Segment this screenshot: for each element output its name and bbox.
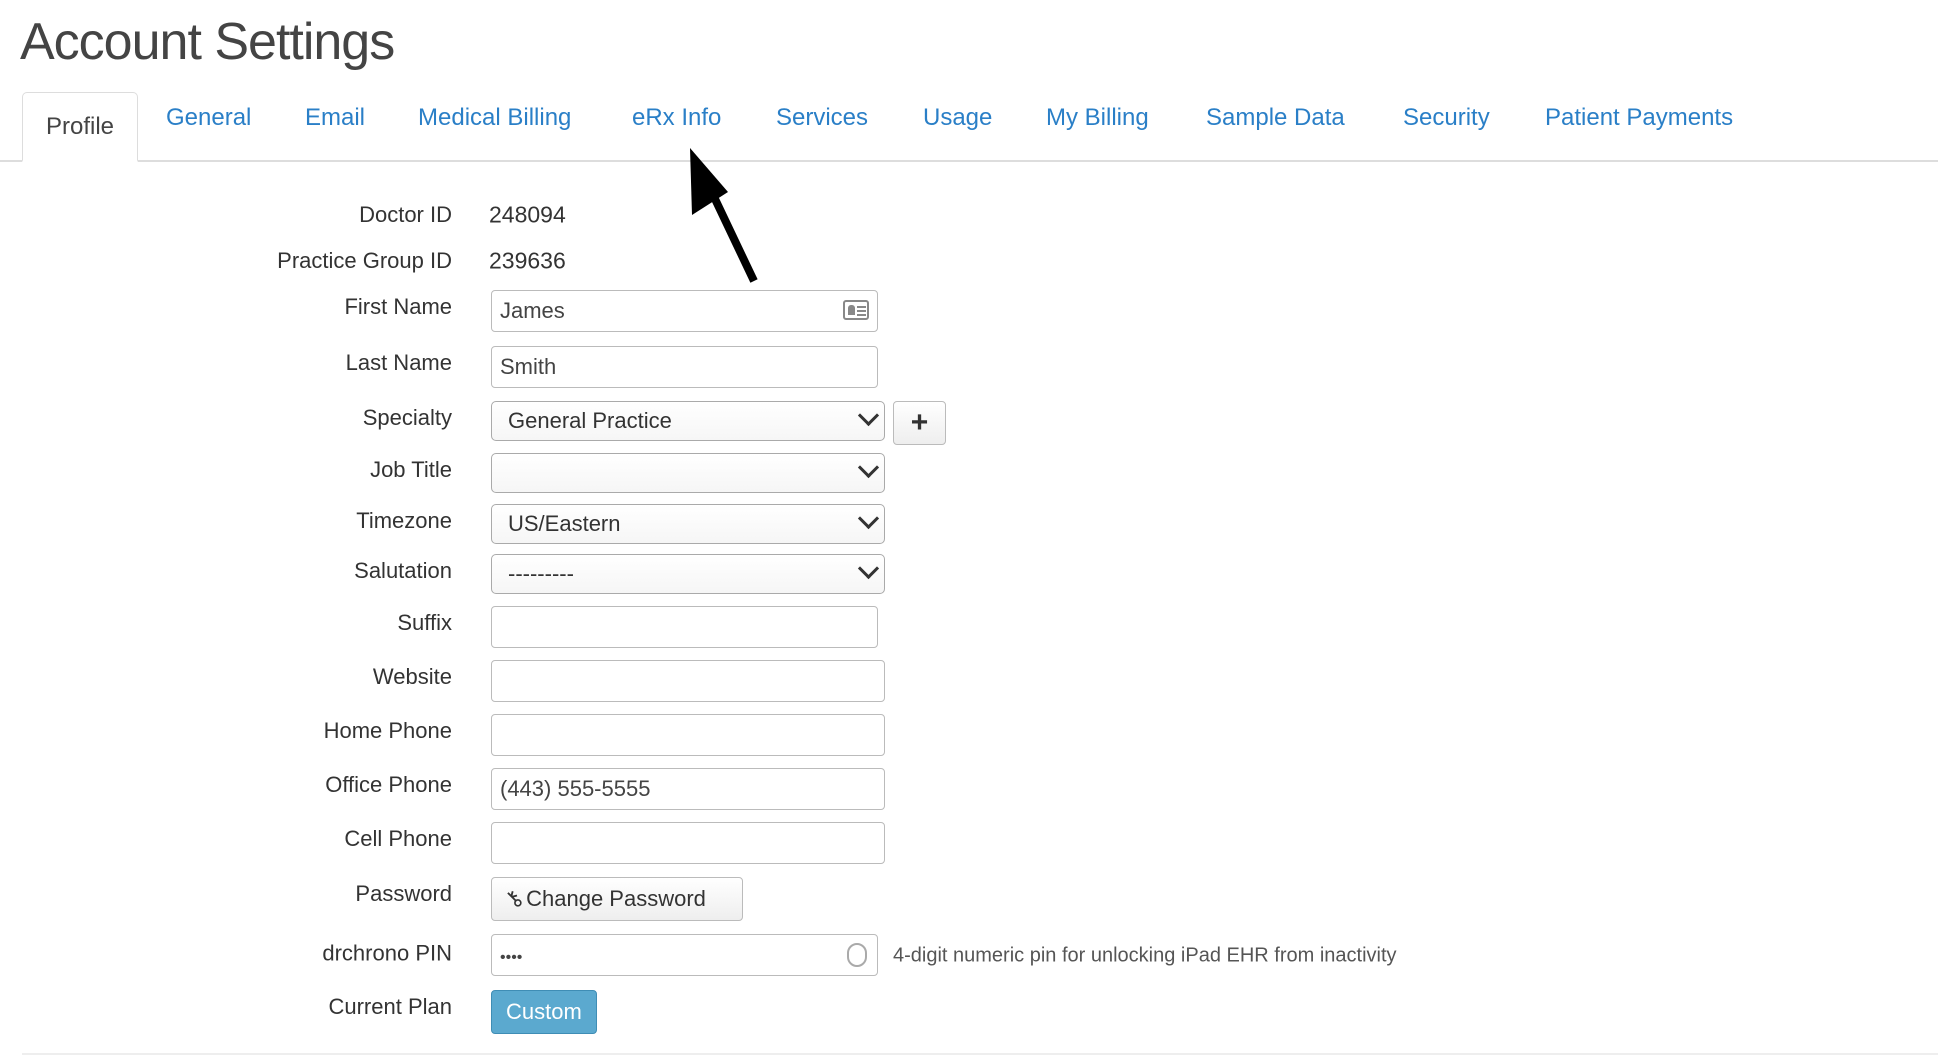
office-phone-input[interactable]: (443) 555-5555 <box>491 768 885 810</box>
home-phone-input[interactable] <box>491 714 885 756</box>
office-phone-row: Office Phone (443) 555-5555 <box>0 768 1938 812</box>
cell-phone-label: Cell Phone <box>344 825 452 851</box>
tab-security[interactable]: Security <box>1403 104 1490 132</box>
tab-usage[interactable]: Usage <box>923 104 992 132</box>
website-row: Website <box>0 660 1938 704</box>
change-password-label: Change Password <box>526 886 706 911</box>
pin-input[interactable]: •••• <box>491 934 878 976</box>
tab-patient-payments[interactable]: Patient Payments <box>1545 104 1733 132</box>
suffix-label: Suffix <box>397 609 452 635</box>
plan-row: Current Plan Custom <box>0 990 1938 1034</box>
change-password-button[interactable]: ⚷Change Password <box>491 877 743 921</box>
specialty-select[interactable]: General Practice <box>491 401 885 441</box>
contact-card-icon <box>843 300 869 320</box>
timezone-label: Timezone <box>356 507 452 533</box>
salutation-row: Salutation --------- <box>0 554 1938 598</box>
timezone-value: US/Eastern <box>508 511 621 536</box>
practice-group-id-label: Practice Group ID <box>277 248 452 273</box>
website-label: Website <box>372 663 452 689</box>
last-name-input[interactable]: Smith <box>491 346 878 388</box>
tab-my-billing[interactable]: My Billing <box>1046 104 1149 132</box>
first-name-value: James <box>500 298 565 323</box>
pin-value: •••• <box>500 949 523 966</box>
divider <box>22 1053 1938 1055</box>
specialty-value: General Practice <box>508 408 672 433</box>
cell-phone-input[interactable] <box>491 822 885 864</box>
job-title-label: Job Title <box>370 456 452 482</box>
chevron-down-icon <box>857 557 880 580</box>
tab-profile[interactable]: Profile <box>22 92 138 162</box>
plus-icon: + <box>910 406 929 439</box>
home-phone-row: Home Phone <box>0 714 1938 758</box>
pin-row: drchrono PIN •••• 4-digit numeric pin fo… <box>0 934 1938 978</box>
practice-group-id-row: Practice Group ID 239636 <box>0 239 1938 283</box>
specialty-row: Specialty General Practice + <box>0 401 1938 445</box>
tab-sample-data[interactable]: Sample Data <box>1206 104 1345 132</box>
practice-group-id-value: 239636 <box>489 247 566 274</box>
tab-bar <box>0 160 1938 162</box>
pin-hint: 4-digit numeric pin for unlocking iPad E… <box>893 944 1397 967</box>
timezone-select[interactable]: US/Eastern <box>491 504 885 544</box>
chevron-down-icon <box>857 507 880 530</box>
doctor-id-label: Doctor ID <box>359 202 452 227</box>
first-name-label: First Name <box>344 293 452 319</box>
tab-erx-info[interactable]: eRx Info <box>632 104 721 132</box>
first-name-input[interactable]: James <box>491 290 878 332</box>
salutation-select[interactable]: --------- <box>491 554 885 594</box>
specialty-label: Specialty <box>362 404 452 430</box>
last-name-label: Last Name <box>345 349 452 375</box>
cell-phone-row: Cell Phone <box>0 822 1938 866</box>
office-phone-label: Office Phone <box>325 771 452 797</box>
tab-general[interactable]: General <box>166 104 251 132</box>
job-title-select[interactable] <box>491 453 885 493</box>
password-row: Password ⚷Change Password <box>0 877 1938 921</box>
add-specialty-button[interactable]: + <box>893 401 946 445</box>
lock-icon <box>847 943 867 967</box>
salutation-value: --------- <box>508 561 574 586</box>
doctor-id-value: 248094 <box>489 201 566 228</box>
timezone-row: Timezone US/Eastern <box>0 504 1938 548</box>
chevron-down-icon <box>857 404 880 427</box>
job-title-row: Job Title <box>0 453 1938 497</box>
plan-custom-button[interactable]: Custom <box>491 990 597 1034</box>
plan-label: Current Plan <box>328 993 452 1019</box>
tab-email[interactable]: Email <box>305 104 365 132</box>
suffix-input[interactable] <box>491 606 878 648</box>
chevron-down-icon <box>857 456 880 479</box>
password-label: Password <box>355 880 452 906</box>
suffix-row: Suffix <box>0 606 1938 650</box>
salutation-label: Salutation <box>354 557 452 583</box>
tab-medical-billing[interactable]: Medical Billing <box>418 104 571 132</box>
last-name-row: Last Name Smith <box>0 346 1938 390</box>
pin-label: drchrono PIN <box>322 940 452 966</box>
tab-services[interactable]: Services <box>776 104 868 132</box>
home-phone-label: Home Phone <box>323 717 452 743</box>
first-name-row: First Name James <box>0 290 1938 334</box>
doctor-id-row: Doctor ID 248094 <box>0 193 1938 237</box>
page-title: Account Settings <box>20 13 395 71</box>
website-input[interactable] <box>491 660 885 702</box>
